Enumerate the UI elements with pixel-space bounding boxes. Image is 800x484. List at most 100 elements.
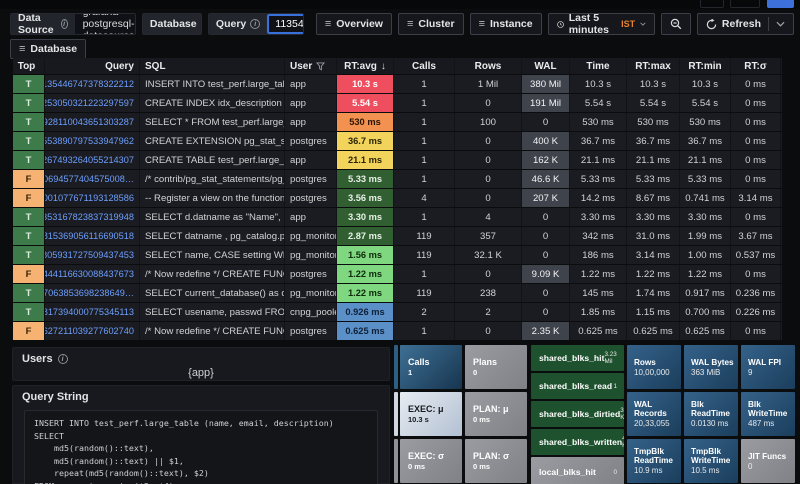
cell-calls: 1 [394, 132, 455, 150]
wal-stat-block[interactable]: WAL FPI 9 [741, 345, 795, 389]
grip-icon: ≡ [324, 18, 332, 30]
cell-calls: 1 [394, 94, 455, 112]
wal-stat-block[interactable]: TmpBlk ReadTime 10.9 ms [627, 439, 681, 483]
datasource-select[interactable]: grafana-postgresql-datasource [74, 14, 135, 34]
cell-query[interactable]: -6444116630088437673 [45, 265, 140, 283]
exec-stat-block-label: PLAN: μ [473, 404, 509, 414]
exec-stat-block[interactable]: Calls 1 [400, 345, 462, 389]
cell-query[interactable]: -3627211039277602740 [45, 322, 140, 340]
query-select[interactable]: 1135446747378322212 [267, 14, 303, 34]
cell-rt-avg: 2.87 ms [337, 227, 394, 245]
cell-top: T [13, 113, 45, 131]
table-row: T 1135446747378322212 INSERT INTO test_per… [13, 75, 782, 94]
cell-query[interactable]: -87063853698238649… [45, 284, 140, 302]
table-row: T-6353167823837319948SELECT d.datname as… [13, 208, 782, 227]
wal-stat-block-value: 487 ms [748, 419, 775, 428]
col-header-top[interactable]: Top [13, 58, 45, 74]
cell-time: 5.54 s [570, 94, 627, 112]
wal-stat-block-label: Blk ReadTime [691, 400, 730, 418]
time-range-picker[interactable]: Last 5 minutes IST [547, 12, 655, 36]
blocks-stat-block[interactable]: shared_blks_dirtied38.5 K [531, 401, 624, 427]
blocks-stat-block[interactable]: shared_blks_written43.2 K [531, 429, 624, 455]
cell-wal: 0 [522, 303, 570, 321]
exec-stat-block[interactable]: EXEC: μ 10.3 s [400, 392, 462, 436]
cell-time: 186 ms [570, 246, 627, 264]
wal-stat-block[interactable]: Blk WriteTime 487 ms [741, 392, 795, 436]
treemap-sliver [394, 392, 398, 436]
link-cluster[interactable]: ≡ Cluster [397, 13, 464, 35]
cell-rt-min: 0.625 ms [680, 322, 731, 340]
cell-rt-min: 530 ms [680, 113, 731, 131]
cell-query[interactable]: 6817394000775345113 [45, 303, 140, 321]
col-header-rt-min: RT:min [680, 58, 731, 74]
exec-stat-block[interactable]: PLAN: μ0 ms [465, 392, 527, 436]
cell-calls: 1 [394, 265, 455, 283]
cell-query[interactable]: -80694577404575008… [45, 170, 140, 188]
cell-query[interactable]: -8553890797533947962 [45, 132, 140, 150]
info-icon[interactable]: i [200, 19, 201, 29]
filter-icon[interactable] [316, 61, 326, 71]
row-toggle-database[interactable]: ≡ Database [10, 39, 87, 59]
blocks-stat-block[interactable]: shared_blks_hit 3.23 Mil [531, 345, 624, 371]
link-overview[interactable]: ≡ Overview [315, 13, 392, 35]
cell-query[interactable]: -8253050321223297597 [45, 94, 140, 112]
cell-calls: 1 [394, 208, 455, 226]
cell-query[interactable]: -6353167823837319948 [45, 208, 140, 226]
wal-stat-block[interactable]: Blk ReadTime 0.0130 ms [684, 392, 738, 436]
cell-query[interactable]: 1135446747378322212 [45, 75, 140, 93]
cell-rt-sigma: 3.67 ms [731, 227, 781, 245]
cell-wal: 2.35 K [522, 322, 570, 340]
col-header-rt-avg[interactable]: RT:avg ↓ [337, 58, 394, 74]
cell-top: F [13, 322, 45, 340]
cell-query[interactable]: -3001077671193128586 [45, 189, 140, 207]
users-panel: Users i {app} [12, 347, 390, 381]
blocks-stat-block[interactable]: shared_blks_read 1 [531, 373, 624, 399]
cell-rt-max: 21.1 ms [627, 151, 680, 169]
wal-stat-block[interactable]: Rows 10,00,000 [627, 345, 681, 389]
cell-rt-max: 5.54 s [627, 94, 680, 112]
cell-sql: /* Now redefine */ CREATE FUNCTION pg [140, 265, 285, 283]
info-icon[interactable]: i [57, 354, 68, 364]
query-string-code[interactable]: INSERT INTO test_perf.large_table (name,… [24, 410, 378, 484]
refresh-button[interactable]: Refresh [696, 13, 794, 35]
cell-top: T [13, 284, 45, 302]
wal-stat-block[interactable]: WAL Records 20,33,055 [627, 392, 681, 436]
cell-query[interactable]: -4815369056116690518 [45, 227, 140, 245]
col-header-label: User [290, 60, 313, 72]
partial-primary-button[interactable] [767, 0, 794, 8]
cell-top: F [13, 265, 45, 283]
cell-rows: 238 [455, 284, 522, 302]
cell-wal: 400 K [522, 132, 570, 150]
col-header-rows: Rows [455, 58, 522, 74]
zoom-out-button[interactable] [660, 13, 691, 35]
exec-stat-block[interactable]: PLAN: σ0 ms [465, 439, 527, 483]
exec-stat-block[interactable]: Plans 0 [465, 345, 527, 389]
partial-toolbar-button [730, 0, 760, 8]
cell-time: 0.625 ms [570, 322, 627, 340]
clock-icon [556, 20, 564, 28]
exec-stat-block[interactable]: EXEC: σ0 ms [400, 439, 462, 483]
cell-query[interactable]: 7928110043651303287 [45, 113, 140, 131]
col-header-label: WAL [534, 60, 557, 72]
col-header-query: Query [45, 58, 140, 74]
dashboard-toolbar: Data Source i grafana-postgresql-datasou… [10, 12, 794, 36]
link-instance[interactable]: ≡ Instance [469, 13, 542, 35]
wal-stat-block[interactable]: WAL Bytes 363 MiB [684, 345, 738, 389]
info-icon[interactable]: i [250, 19, 261, 29]
table-row: T 6817394000775345113 SELECT usename, pass… [13, 303, 782, 322]
info-icon[interactable]: i [60, 19, 68, 29]
wal-stat-block-value: 10.5 ms [691, 466, 720, 475]
cell-wal: 9.09 K [522, 265, 570, 283]
col-header-user[interactable]: User [285, 58, 337, 74]
col-header-label: Calls [412, 60, 436, 72]
wal-stat-block[interactable]: JIT Funcs 0 [741, 439, 795, 483]
blocks-stat-block[interactable]: local_blks_hit 0 [531, 457, 624, 484]
database-label: Database i [142, 14, 201, 34]
cell-rows: 32.1 K [455, 246, 522, 264]
cell-query[interactable]: 3267493264055214307 [45, 151, 140, 169]
cell-rt-avg: 3.30 ms [337, 208, 394, 226]
sort-desc-icon[interactable]: ↓ [381, 61, 386, 72]
cell-query[interactable]: 3805931727509437453 [45, 246, 140, 264]
cell-user: postgres [285, 132, 337, 150]
wal-stat-block[interactable]: TmpBlk WriteTime 10.5 ms [684, 439, 738, 483]
